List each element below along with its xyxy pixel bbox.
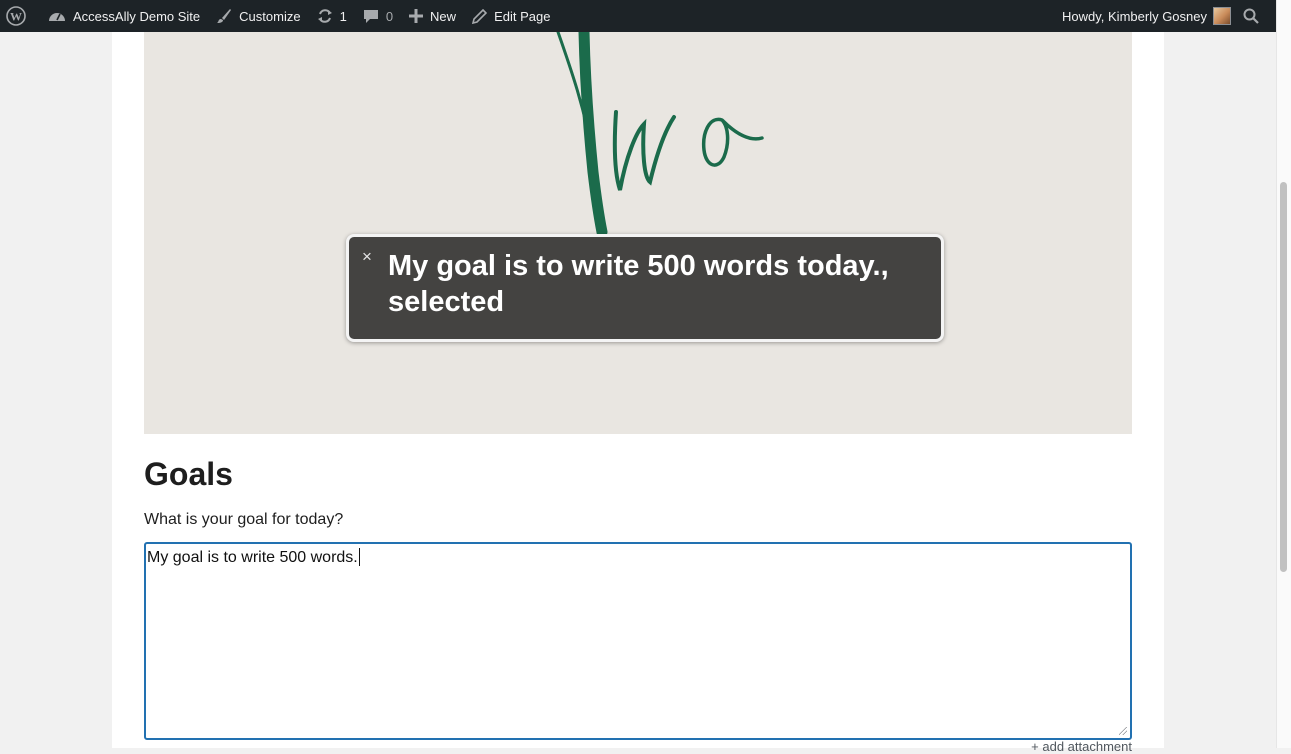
comments-link[interactable]: 0 [355,0,401,32]
pencil-icon [472,8,488,24]
updates-link[interactable]: 1 [309,0,355,32]
new-label: New [430,8,457,24]
voiceover-caption-text: My goal is to write 500 words today., se… [388,250,889,318]
search-button[interactable] [1235,0,1276,32]
greeting-label: Howdy, Kimberly Gosney [1062,8,1207,24]
svg-text:W: W [10,10,22,24]
edit-page-link[interactable]: Edit Page [464,0,558,32]
updates-count: 1 [339,8,347,24]
my-account-link[interactable]: Howdy, Kimberly Gosney [1054,0,1235,32]
admin-bar-right: Howdy, Kimberly Gosney [1054,0,1276,32]
customize-link[interactable]: Customize [208,0,308,32]
site-name-label: AccessAlly Demo Site [73,8,201,24]
page-title: Goals [144,456,233,492]
hero-image [144,32,1132,434]
search-icon [1243,8,1259,24]
page-content: Goals What is your goal for today? My go… [112,32,1164,754]
paintbrush-icon [217,9,232,23]
scrollbar-thumb[interactable] [1280,182,1287,572]
plus-icon [409,9,424,23]
goal-question-label: What is your goal for today? [144,511,344,528]
text-caret [358,548,360,566]
site-name-link[interactable]: AccessAlly Demo Site [40,0,208,32]
close-icon[interactable]: × [362,247,372,267]
goal-answer-textarea[interactable]: My goal is to write 500 words. [144,542,1132,740]
new-content-link[interactable]: New [401,0,464,32]
add-attachment-link[interactable]: + add attachment [1031,739,1132,754]
avatar [1213,7,1231,25]
hero-script-illustration [556,32,764,238]
page-scrollbar[interactable] [1276,0,1291,748]
dashboard-icon [49,13,65,21]
resize-handle-icon[interactable] [1119,727,1127,735]
comments-count: 0 [385,8,394,24]
admin-bar: W AccessAlly Demo Site Customize 1 0 New… [0,0,1276,32]
voiceover-caption-panel: × My goal is to write 500 words today., … [346,234,944,342]
edit-page-label: Edit Page [494,8,551,24]
wordpress-logo-icon[interactable]: W [0,0,40,32]
customize-label: Customize [239,8,301,24]
admin-bar-left: W AccessAlly Demo Site Customize 1 0 New… [0,0,558,32]
updates-icon [317,9,332,23]
comment-icon [363,10,378,23]
goal-answer-text: My goal is to write 500 words. [147,549,358,566]
